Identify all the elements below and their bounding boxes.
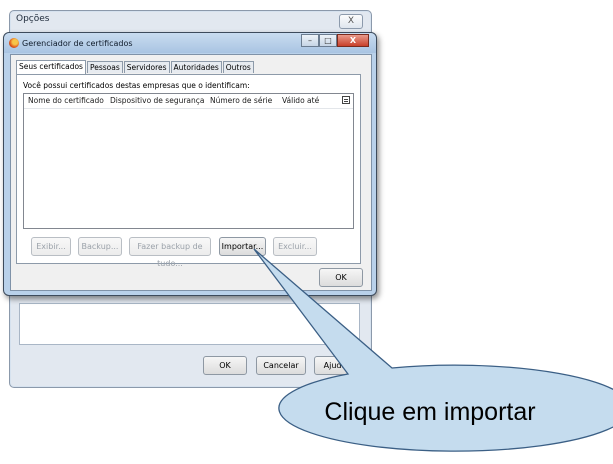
callout-text: Clique em importar (324, 398, 536, 426)
